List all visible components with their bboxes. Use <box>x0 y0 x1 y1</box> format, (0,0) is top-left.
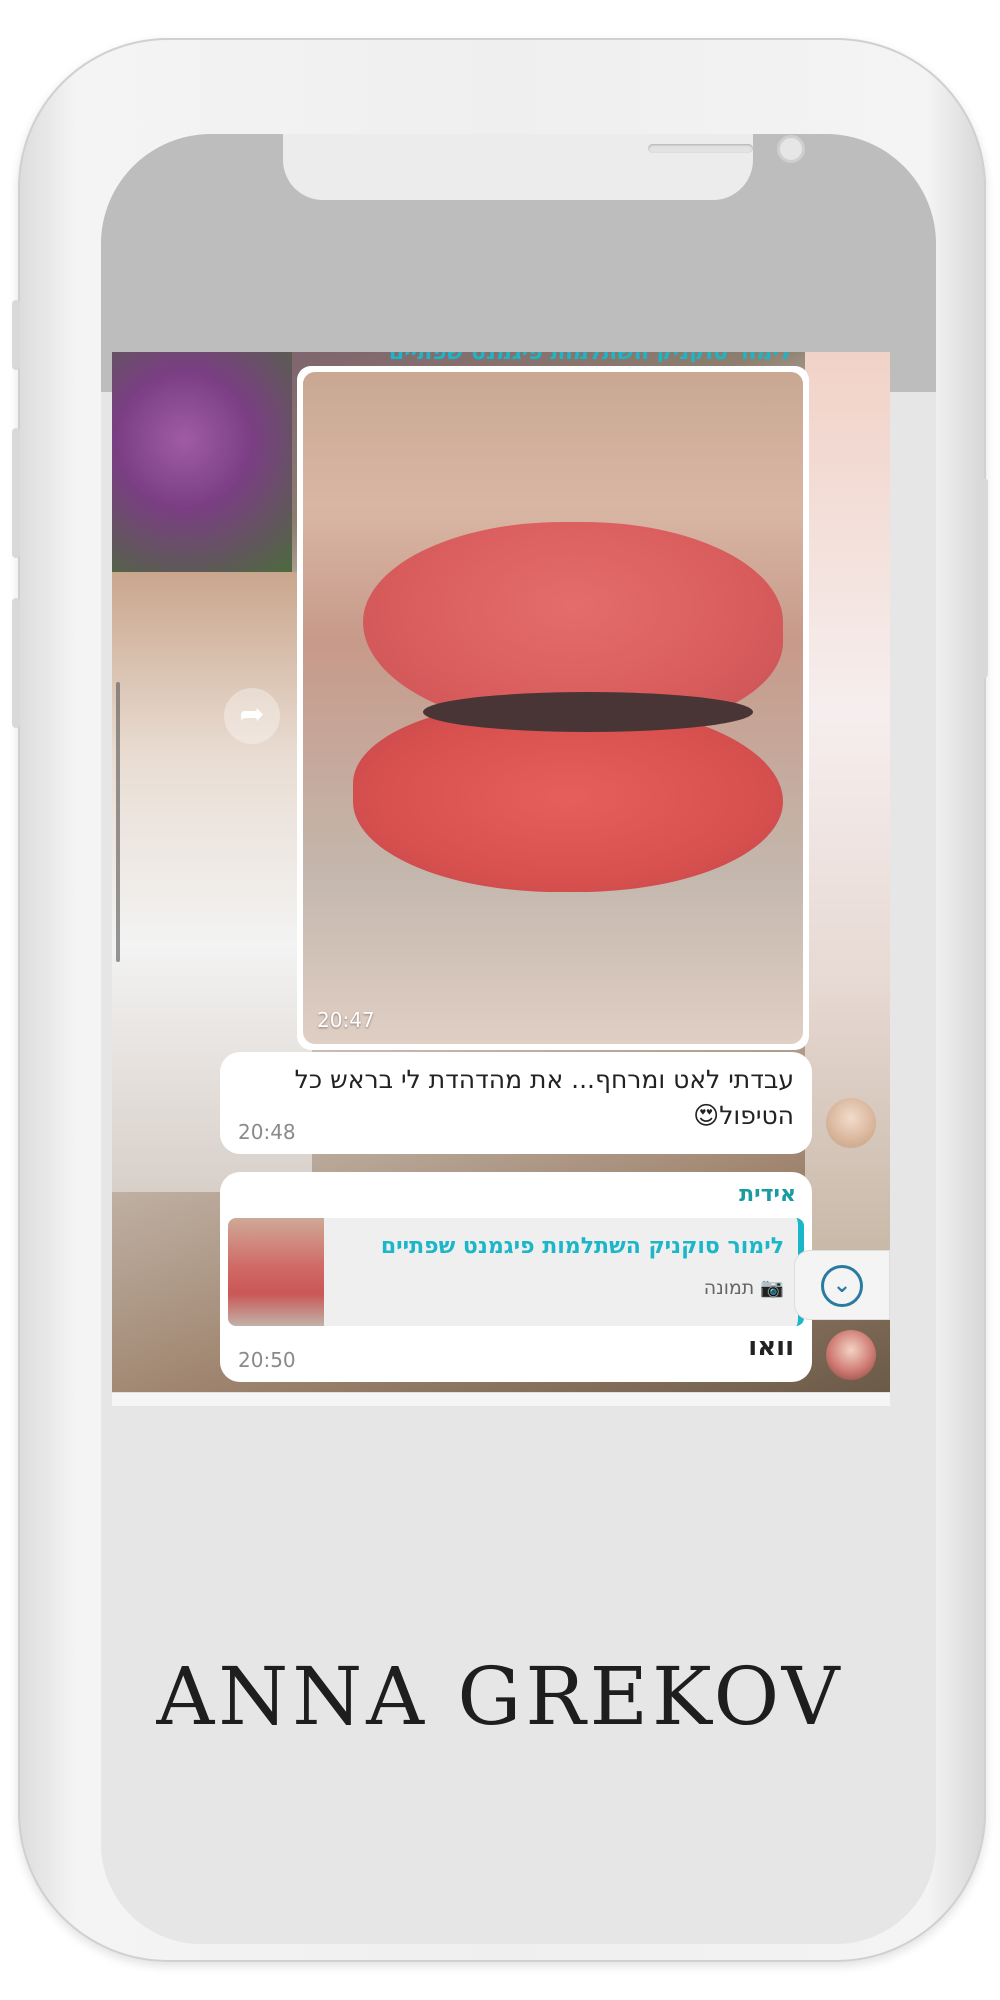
cut-off-caption: לימור סוקניק השתלמות פיגמנט שפתיים <box>292 352 792 362</box>
volume-down-button <box>12 598 20 728</box>
chat-area[interactable]: לימור סוקניק השתלמות פיגמנט שפתיים 20:47… <box>112 352 890 1392</box>
avatar[interactable] <box>826 1330 876 1380</box>
scroll-down-button[interactable]: ⌄ <box>794 1250 890 1320</box>
front-camera <box>777 135 805 163</box>
input-bar-edge <box>112 1392 890 1406</box>
brand-name: ANNA GREKOV <box>156 1650 844 1743</box>
quoted-image-thumbnail <box>228 1218 324 1326</box>
message-text: עבדתי לאט ומרחף... את מהדהדת לי בראש כל … <box>294 1065 794 1130</box>
chevron-down-icon: ⌄ <box>821 1265 863 1307</box>
quoted-type-label: 📷 תמונה <box>703 1277 784 1299</box>
power-button <box>980 478 988 678</box>
quoted-title: לימור סוקניק השתלמות פיגמנט שפתיים <box>380 1234 784 1259</box>
share-icon[interactable]: ➦ <box>224 688 280 744</box>
message-text: וואו <box>748 1332 794 1362</box>
speaker <box>648 144 753 153</box>
wallpaper-flowers <box>112 352 292 572</box>
quoted-message[interactable]: לימור סוקניק השתלמות פיגמנט שפתיים 📷 תמו… <box>228 1218 804 1326</box>
reply-message-bubble[interactable]: אידית לימור סוקניק השתלמות פיגמנט שפתיים… <box>220 1172 812 1382</box>
notch <box>283 134 805 200</box>
message-time: 20:47 <box>317 1008 375 1032</box>
message-time: 20:48 <box>238 1120 296 1144</box>
volume-up-button <box>12 428 20 558</box>
lip-gap <box>423 692 753 732</box>
message-time: 20:50 <box>238 1348 296 1372</box>
sender-name[interactable]: אידית <box>236 1182 796 1207</box>
mute-switch <box>12 300 20 370</box>
message-bubble[interactable]: עבדתי לאט ומרחף... את מהדהדת לי בראש כל … <box>220 1052 812 1154</box>
lips-photo[interactable]: 20:47 <box>303 372 803 1044</box>
avatar[interactable] <box>826 1098 876 1148</box>
image-message[interactable]: 20:47 <box>297 366 809 1050</box>
scroll-indicator <box>116 682 120 962</box>
